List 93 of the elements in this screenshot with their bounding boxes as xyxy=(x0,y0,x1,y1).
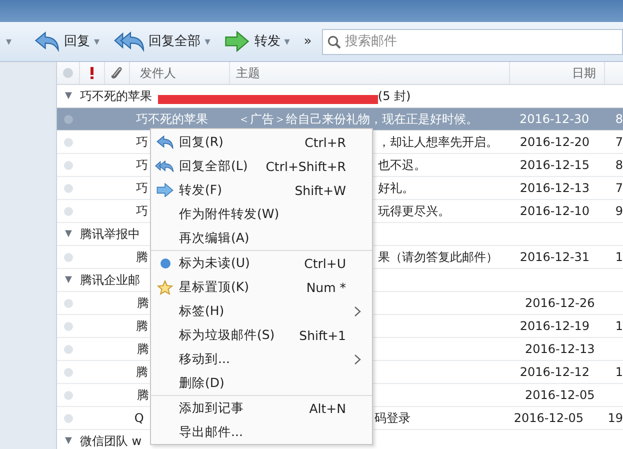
size-text: 7 xyxy=(615,181,623,195)
sender-text: 腾 xyxy=(136,248,148,266)
size-text: 1 xyxy=(615,365,623,379)
subject-column-header[interactable]: 主题 xyxy=(230,62,510,84)
date-column-header[interactable]: 日期 xyxy=(510,62,605,84)
read-status-dot xyxy=(64,114,73,124)
subject-text: 玩得更尽兴。 xyxy=(378,202,450,220)
read-status-dot xyxy=(64,184,73,192)
sender-text: 巧 xyxy=(136,202,148,220)
collapse-toggle[interactable]: ▼ xyxy=(65,229,72,239)
forward-arrow-icon xyxy=(156,182,174,198)
reply-button[interactable]: 回复 ▾ xyxy=(30,31,104,52)
sender-text: 腾 xyxy=(137,386,149,404)
date-text: 2016-12-20 xyxy=(520,135,590,149)
read-status-dot xyxy=(64,414,73,422)
read-status-dot xyxy=(64,160,73,170)
more-button[interactable]: » xyxy=(300,34,316,49)
date-text: 2016-12-19 xyxy=(520,319,590,333)
sender-text: 巧不死的苹果 xyxy=(136,110,208,128)
collapse-toggle[interactable]: ▼ xyxy=(65,436,72,446)
size-text: 7 xyxy=(615,135,623,149)
date-text: 2016-12-31 xyxy=(520,250,590,264)
reply-all-arrow-icon xyxy=(114,31,145,52)
group-count: (5 封) xyxy=(378,88,411,104)
read-status-dot xyxy=(64,138,73,146)
subject-text: 好礼。 xyxy=(378,180,414,196)
subject-text: 果（请勿答复此邮件） xyxy=(378,248,498,266)
collapse-toggle[interactable]: ▼ xyxy=(65,275,72,285)
search-icon xyxy=(326,34,341,48)
star-icon xyxy=(157,280,173,294)
reply-all-arrow-icon xyxy=(155,160,175,172)
subject-text: ＜广告＞给自己来份礼物，现在正是好时候。 xyxy=(238,110,478,128)
forward-arrow-icon xyxy=(224,31,250,52)
size-text: 8 xyxy=(615,112,623,126)
group-title: 巧不死的苹果 xyxy=(80,88,152,104)
group-title: 腾讯举报中 xyxy=(80,226,140,242)
date-text: 2016-12-12 xyxy=(520,365,590,379)
read-status-dot xyxy=(64,390,73,400)
menu-item[interactable]: 作为附件转发(W) xyxy=(151,202,372,226)
sender-text: 巧 xyxy=(136,180,148,196)
submenu-chevron-icon xyxy=(354,354,361,365)
menu-item[interactable]: 标签(H) xyxy=(151,299,372,323)
sender-text: Q xyxy=(134,411,144,425)
sender-text: 腾 xyxy=(136,318,148,334)
menu-item[interactable]: 标为垃圾邮件(S) Shift+1 xyxy=(151,323,372,347)
read-status-dot xyxy=(64,344,73,354)
sender-text: 巧 xyxy=(136,134,148,150)
sender-text: 巧 xyxy=(136,156,148,174)
menu-item[interactable]: 回复全部(L) Ctrl+Shift+R xyxy=(151,154,372,178)
menu-item[interactable]: 转发(F) Shift+W xyxy=(151,178,372,202)
date-text: 2016-12-26 xyxy=(525,296,595,310)
menu-item[interactable]: 回复(R) Ctrl+R xyxy=(151,130,372,154)
unread-dot-icon xyxy=(160,258,170,268)
size-text: 1 xyxy=(615,319,623,333)
reply-arrow-icon xyxy=(156,134,174,150)
reply-all-button[interactable]: 回复全部 ▾ xyxy=(110,31,214,52)
priority-icon[interactable] xyxy=(90,67,94,79)
reply-arrow-icon xyxy=(34,31,60,52)
date-text: 2016-12-13 xyxy=(520,181,590,195)
sender-text: 腾 xyxy=(137,294,149,312)
date-text: 2016-12-15 xyxy=(520,158,590,172)
menu-item[interactable]: 移动到... xyxy=(151,347,372,371)
date-text: 2016-12-05 xyxy=(525,388,595,402)
subject-text: 码登录 xyxy=(374,410,411,426)
sender-text: 腾 xyxy=(136,364,148,380)
sender-text: 腾 xyxy=(137,340,149,358)
group-title: 微信团队 w xyxy=(80,432,142,449)
subject-text: ，却让人想率先开启。 xyxy=(378,134,498,150)
read-status-dot xyxy=(64,252,73,262)
group-title: 腾讯企业邮 xyxy=(80,272,140,288)
subject-text: 也不迟。 xyxy=(378,156,426,174)
sender-column-header[interactable]: 发件人 xyxy=(130,62,230,84)
submenu-chevron-icon xyxy=(354,306,361,317)
menu-item[interactable]: 星标置顶(K) Num * xyxy=(151,275,372,299)
collapse-toggle[interactable]: ▼ xyxy=(65,91,72,101)
paperclip-icon[interactable] xyxy=(111,66,123,80)
menu-item[interactable]: 标为未读(U) Ctrl+U xyxy=(151,251,372,275)
date-text: 2016-12-13 xyxy=(525,342,595,356)
search-field[interactable]: 搜索邮件 xyxy=(322,28,623,54)
forward-button[interactable]: 转发 ▾ xyxy=(220,31,294,52)
read-status-dot xyxy=(64,298,73,308)
date-text: 2016-12-30 xyxy=(519,112,590,126)
date-text: 2016-12-10 xyxy=(520,204,590,218)
read-status-dot xyxy=(64,322,73,330)
menu-item[interactable]: 再次编辑(A) xyxy=(151,226,372,250)
size-text: 19 xyxy=(608,411,623,425)
date-text: 2016-12-05 xyxy=(514,411,584,425)
menu-item[interactable]: 导出邮件... xyxy=(151,420,372,444)
size-text: 9 xyxy=(615,204,623,218)
size-text: 8 xyxy=(615,158,623,172)
read-status-dot xyxy=(64,368,73,376)
read-status-dot xyxy=(64,206,73,216)
size-text: 1 xyxy=(615,250,623,264)
